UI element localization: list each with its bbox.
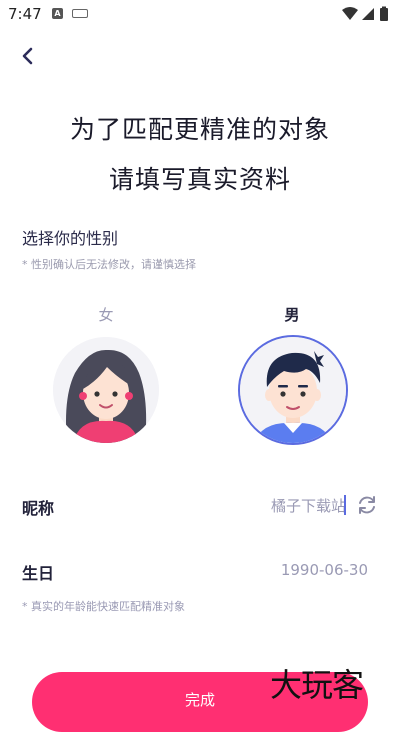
notification-a-icon: A <box>52 8 63 19</box>
female-avatar-icon <box>53 337 159 443</box>
female-label[interactable]: 女 <box>86 304 126 325</box>
status-icons <box>342 6 392 22</box>
wifi-signal-battery-icon <box>342 6 388 21</box>
birthday-note: * 真实的年龄能快速匹配精准对象 <box>22 600 185 613</box>
male-label[interactable]: 男 <box>272 304 312 325</box>
chevron-left-icon <box>22 47 33 65</box>
status-bar: 7:47 A <box>0 0 400 28</box>
birthday-label: 生日 <box>22 564 55 583</box>
gender-section-title: 选择你的性别 <box>22 229 119 248</box>
nickname-input[interactable]: 橘子下载站 <box>271 495 346 516</box>
headline-line1: 为了匹配更精准的对象 <box>69 115 330 144</box>
submit-label: 完成 <box>184 691 215 709</box>
gender-note: * 性别确认后无法修改，请谨慎选择 <box>22 258 196 271</box>
refresh-nickname-button[interactable] <box>356 494 378 516</box>
back-button[interactable] <box>16 44 40 68</box>
text-caret <box>344 495 346 515</box>
nickname-label: 昵称 <box>22 499 55 518</box>
male-avatar-option[interactable] <box>240 337 346 443</box>
female-avatar-option[interactable] <box>53 337 159 443</box>
male-avatar-icon <box>240 337 346 443</box>
birthday-picker[interactable]: 1990-06-30 <box>281 561 368 579</box>
refresh-icon <box>359 496 375 514</box>
keyboard-icon <box>72 9 88 18</box>
headline-line2: 请填写真实资料 <box>108 165 291 194</box>
watermark-text: 大玩客 <box>270 666 364 704</box>
status-time: 7:47 <box>8 5 42 23</box>
